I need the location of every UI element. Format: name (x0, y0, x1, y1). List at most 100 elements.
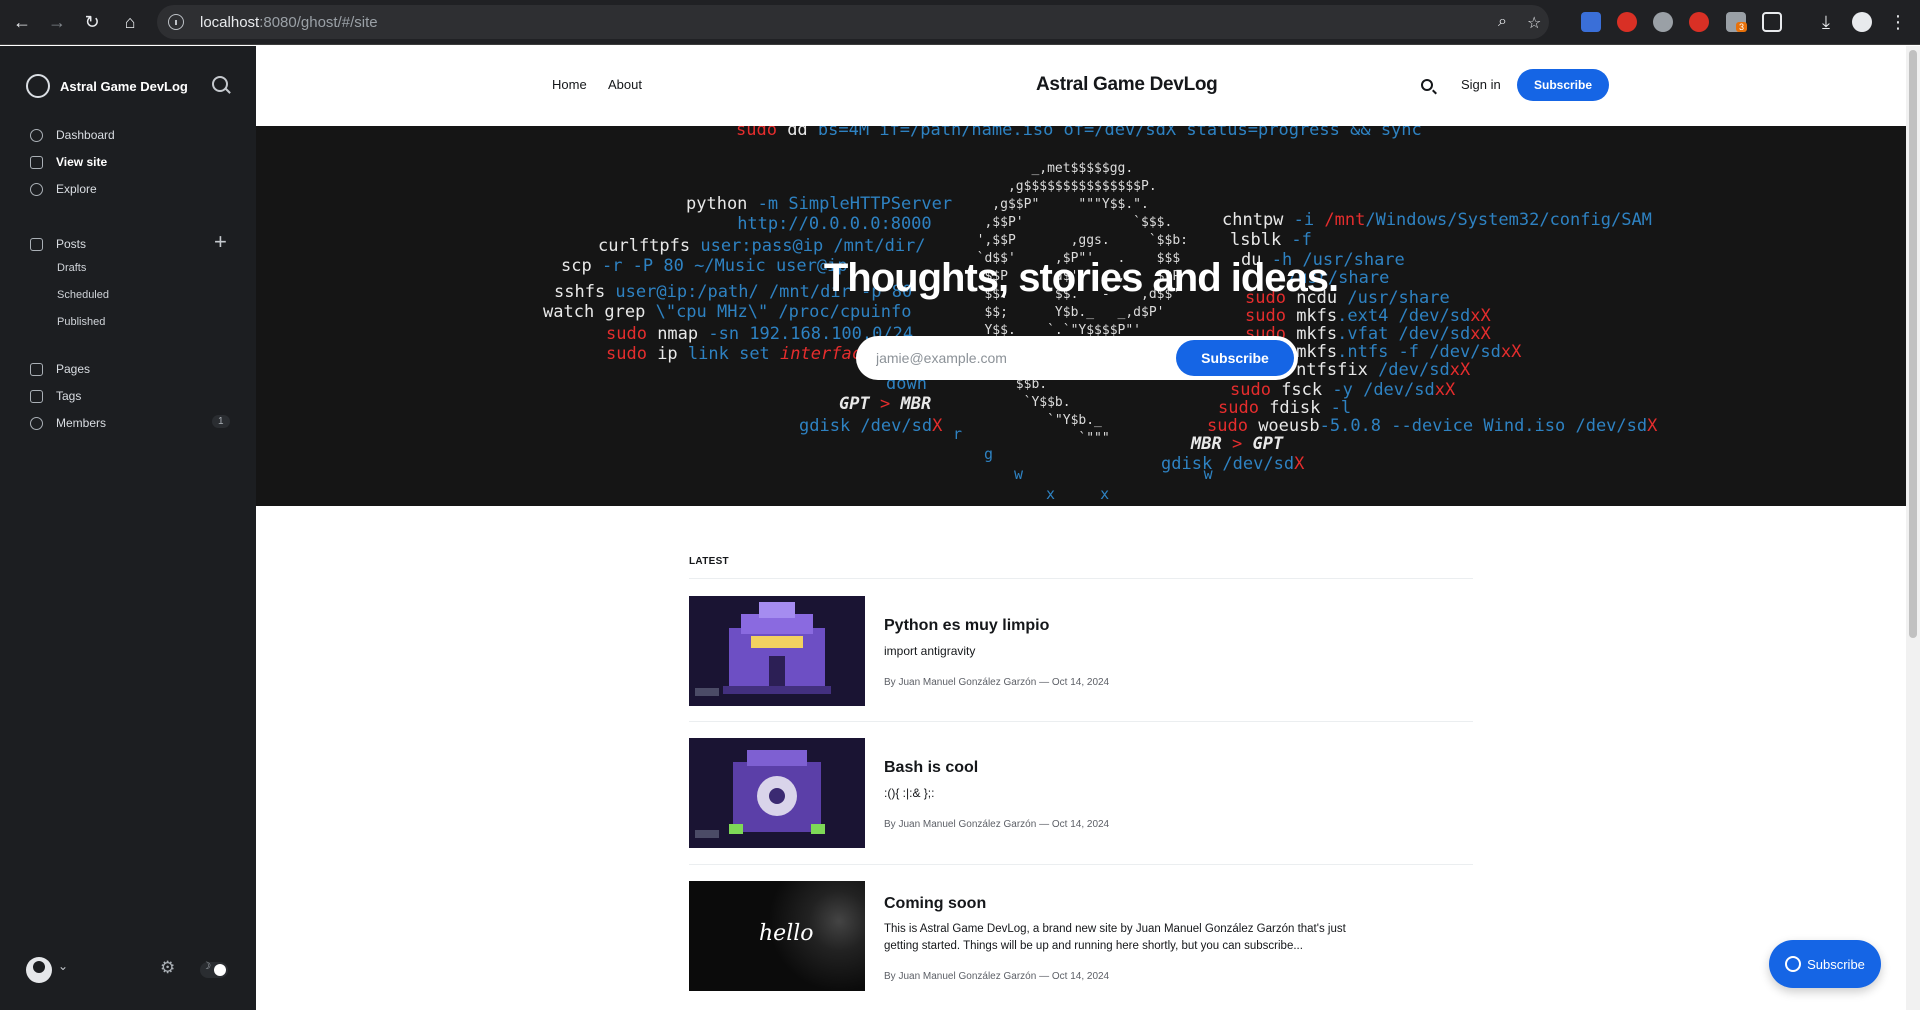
divider (689, 721, 1473, 722)
browser-window-icon (30, 155, 43, 169)
members-count-badge: 1 (212, 415, 230, 428)
hero-subscribe-form: Subscribe (856, 336, 1298, 380)
site-title: Astral Game DevLog (60, 78, 188, 94)
moon-icon: ☽ (202, 961, 211, 972)
post-excerpt: import antigravity (884, 644, 976, 658)
terminal-background-art: MBR > GPT (1191, 434, 1284, 454)
post-meta: By Juan Manuel González Garzón — Oct 14,… (884, 971, 1110, 982)
terminal-background-art: sudo fdisk -l (1218, 398, 1352, 418)
sidebar-item-pages[interactable]: Pages (30, 357, 90, 381)
post-excerpt: This is Astral Game DevLog, a brand new … (884, 923, 1346, 952)
post-thumbnail[interactable] (689, 738, 865, 848)
extensions-puzzle-icon[interactable] (1762, 12, 1782, 32)
sidebar-item-members[interactable]: Members (30, 411, 106, 435)
bookmark-star-icon[interactable]: ☆ (1527, 13, 1541, 33)
debian-swirl-ascii-art: _,met$$$$$gg. ,g$$$$$$$$$$$$$$$P. ,g$$P"… (976, 161, 1188, 446)
site-brand[interactable]: Astral Game DevLog (26, 74, 188, 98)
latest-section-label: LATEST (689, 556, 729, 567)
tracker-extension-icon[interactable] (1653, 12, 1673, 32)
hero-subscribe-button[interactable]: Subscribe (1176, 340, 1294, 376)
search-icon[interactable] (1421, 79, 1433, 91)
profile-avatar-icon[interactable] (1852, 12, 1872, 32)
terminal-background-art: sudo dd bs=4M if=/path/name.iso of=/dev/… (736, 126, 1422, 140)
page-scrollbar[interactable] (1906, 46, 1920, 1010)
email-input[interactable] (876, 350, 1176, 366)
terminal-background-art: lsblk -f (1230, 230, 1312, 250)
admin-sidebar: Astral Game DevLog Dashboard View site E… (0, 46, 256, 1010)
terminal-background-art: watch grep \"cpu MHz\" /proc/cpuinfo (543, 302, 912, 322)
sidebar-item-scheduled[interactable]: Scheduled (57, 289, 109, 301)
terminal-background-art: sudo fsck -y /dev/sdxX (1230, 380, 1456, 400)
sidebar-item-explore[interactable]: Explore (30, 177, 97, 201)
thumbnail-hello-text: hello (759, 921, 814, 946)
terminal-background-art: sudo woeusb-5.0.8 --device Wind.iso /dev… (1207, 416, 1658, 436)
terminal-background-art: x x (1046, 485, 1110, 503)
address-bar[interactable]: localhost:8080/ghost/#/site ⌕ ☆ (157, 5, 1549, 39)
post-thumbnail[interactable]: hello (689, 881, 865, 991)
divider (689, 864, 1473, 865)
post-meta: By Juan Manuel González Garzón — Oct 14,… (884, 819, 1110, 830)
site-logo-icon (26, 74, 50, 98)
nav-about[interactable]: About (608, 77, 642, 92)
scrollbar-thumb[interactable] (1909, 50, 1917, 638)
tomato-extension-icon[interactable] (1689, 12, 1709, 32)
site-preview: Home About Astral Game DevLog Sign in Su… (256, 46, 1906, 1010)
forward-icon[interactable]: → (45, 10, 69, 34)
sidebar-item-posts[interactable]: Posts (30, 232, 86, 256)
header-subscribe-button[interactable]: Subscribe (1517, 69, 1609, 101)
site-info-icon[interactable] (168, 14, 184, 30)
reload-icon[interactable]: ↻ (80, 10, 104, 34)
home-icon (30, 128, 43, 142)
pencil-icon (30, 237, 43, 251)
tag-icon (30, 389, 43, 403)
post-card[interactable]: hello Coming soon This is Astral Game De… (689, 881, 1473, 991)
post-title[interactable]: Bash is cool (884, 759, 978, 777)
site-header-title[interactable]: Astral Game DevLog (1036, 74, 1218, 96)
terminal-background-art: chntpw -i /mnt/Windows/System32/config/S… (1222, 210, 1652, 230)
back-icon[interactable]: ← (10, 10, 34, 34)
gear-icon[interactable]: ⚙ (160, 958, 175, 978)
address-url[interactable]: localhost:8080/ghost/#/site (200, 14, 378, 31)
new-post-plus-icon[interactable]: + (214, 231, 227, 253)
extension-badge: 3 (1736, 22, 1748, 32)
portal-subscribe-button[interactable]: Subscribe (1769, 940, 1881, 988)
hero-heading: Thoughts, stories and ideas. (823, 256, 1339, 300)
adblock-extension-icon[interactable] (1617, 12, 1637, 32)
terminal-background-art: GPT > MBR (839, 394, 932, 414)
download-icon[interactable]: ⤓ (1814, 10, 1838, 34)
post-card[interactable]: Bash is cool :(){ :|:& };: By Juan Manue… (689, 738, 1473, 848)
terminal-background-art: sudo ip link set interface (606, 344, 873, 364)
terminal-background-art: python -m SimpleHTTPServer http://0.0.0.… (686, 194, 953, 234)
terminal-background-art: gdisk /dev/sdX (799, 416, 943, 436)
pixel-machine-image (689, 738, 865, 848)
sidebar-item-view-site[interactable]: View site (30, 150, 107, 174)
browser-menu-icon[interactable]: ⋮ (1886, 10, 1910, 34)
chevron-down-icon[interactable]: ⌄ (58, 959, 68, 973)
members-icon (30, 416, 43, 430)
post-title[interactable]: Python es muy limpio (884, 617, 1049, 635)
sidebar-item-drafts[interactable]: Drafts (57, 262, 86, 274)
search-icon[interactable] (212, 76, 228, 92)
nav-home[interactable]: Home (552, 77, 587, 92)
portal-user-icon (1785, 956, 1802, 972)
post-thumbnail[interactable] (689, 596, 865, 706)
user-avatar[interactable] (26, 957, 52, 983)
terminal-background-art: g (984, 445, 994, 463)
sidebar-item-dashboard[interactable]: Dashboard (30, 123, 115, 147)
sidebar-item-published[interactable]: Published (57, 316, 105, 328)
post-title[interactable]: Coming soon (884, 895, 986, 913)
site-header: Home About Astral Game DevLog Sign in Su… (256, 46, 1906, 126)
terminal-background-art: w w (1014, 465, 1213, 483)
terminal-background-art: r (953, 425, 963, 443)
post-meta: By Juan Manuel González Garzón — Oct 14,… (884, 677, 1110, 688)
post-excerpt: :(){ :|:& };: (884, 786, 935, 800)
pixel-castle-image (689, 596, 865, 706)
sidebar-item-tags[interactable]: Tags (30, 384, 81, 408)
sign-in-link[interactable]: Sign in (1461, 77, 1501, 92)
translate-extension-icon[interactable] (1581, 12, 1601, 32)
post-card[interactable]: Python es muy limpio import antigravity … (689, 596, 1473, 706)
zoom-icon[interactable]: ⌕ (1498, 13, 1507, 31)
terminal-background-art: sudo mkfs.ext4 /dev/sdxX (1245, 306, 1491, 326)
hero-banner: sudo dd bs=4M if=/path/name.iso of=/dev/… (256, 126, 1906, 506)
home-icon[interactable]: ⌂ (118, 10, 142, 34)
